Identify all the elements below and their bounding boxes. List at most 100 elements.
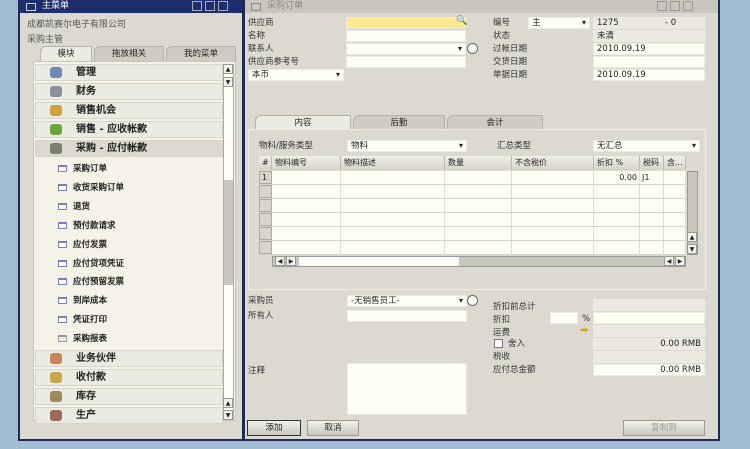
menu-item[interactable]: 预付款请求 [73, 220, 116, 232]
menu-item[interactable]: 收货采购订单 [73, 182, 124, 194]
grid-cell[interactable] [664, 213, 686, 226]
grid-cell[interactable] [640, 227, 664, 240]
row-header[interactable] [259, 185, 272, 198]
module-finance[interactable]: 财务 [35, 83, 223, 100]
grid-hscroll-thumb[interactable] [299, 257, 459, 266]
grid-cell[interactable] [512, 171, 594, 184]
menu-item[interactable]: 应付发票 [73, 239, 107, 251]
scroll-down-button-bottom[interactable]: ▼ [223, 410, 233, 420]
name-field[interactable] [346, 30, 466, 42]
contact-select[interactable] [346, 43, 466, 55]
grid-cell[interactable] [664, 227, 686, 240]
grid-scroll-up[interactable]: ▲ [687, 232, 697, 242]
po-titlebar[interactable]: 采购订单 [245, 0, 718, 13]
main-menu-titlebar[interactable]: 主菜单 [20, 0, 242, 13]
column-header[interactable]: 含... [664, 156, 686, 170]
scroll-left-button-end[interactable]: ◀ [664, 256, 674, 266]
table-row[interactable]: 1 0.00 J1 [259, 171, 686, 185]
column-header[interactable]: 不含税价 [512, 156, 594, 170]
menu-item[interactable]: 采购订单 [73, 163, 107, 175]
grid-cell[interactable] [664, 185, 686, 198]
remarks-textarea[interactable] [347, 363, 467, 415]
module-banking[interactable]: 收付款 [35, 369, 223, 386]
delivery-date-field[interactable] [593, 56, 705, 68]
grid-cell[interactable] [445, 241, 512, 254]
column-header[interactable]: # [259, 156, 272, 170]
tab-logistics[interactable]: 后勤 [353, 115, 445, 130]
tab-drag-relate[interactable]: 拖放相关 [94, 46, 164, 61]
grid-cell[interactable] [272, 241, 341, 254]
module-purchasing[interactable]: 采购 - 应付帐款 [35, 140, 223, 157]
grid-cell[interactable] [272, 213, 341, 226]
grid-cell[interactable] [664, 171, 686, 184]
table-row[interactable] [259, 185, 686, 199]
menu-item[interactable]: 凭证打印 [73, 314, 107, 326]
column-header[interactable]: 物料编号 [272, 156, 341, 170]
grid-cell[interactable]: J1 [640, 171, 664, 184]
tab-my-menu[interactable]: 我的菜单 [166, 46, 236, 61]
maximize-button[interactable] [205, 1, 215, 11]
grid-cell[interactable] [341, 227, 445, 240]
grid-cell[interactable] [512, 185, 594, 198]
grid-cell[interactable] [640, 213, 664, 226]
scroll-down-button[interactable]: ▼ [223, 77, 233, 87]
table-row[interactable] [259, 241, 686, 255]
owner-field[interactable] [347, 310, 467, 322]
tab-accounting[interactable]: 会计 [447, 115, 543, 130]
summary-type-select[interactable]: 无汇总 [593, 140, 700, 152]
scroll-up-button-bottom[interactable]: ▲ [223, 398, 233, 408]
grid-cell[interactable] [445, 213, 512, 226]
close-button[interactable] [218, 1, 228, 11]
tab-modules[interactable]: 模块 [40, 46, 92, 61]
grid-cell[interactable] [594, 185, 640, 198]
scroll-thumb[interactable] [224, 180, 233, 285]
discount-amount-field[interactable] [593, 312, 705, 324]
grid-cell[interactable] [512, 227, 594, 240]
column-header[interactable]: 折扣 % [594, 156, 640, 170]
link-arrow-icon[interactable] [467, 43, 478, 54]
grid-cell[interactable] [594, 199, 640, 212]
grid-cell[interactable] [640, 185, 664, 198]
grid-cell[interactable] [640, 199, 664, 212]
series-select[interactable]: 主 [528, 17, 590, 29]
item-type-select[interactable]: 物料 [347, 140, 467, 152]
grid-vscrollbar[interactable] [687, 171, 698, 255]
module-opportunity[interactable]: 销售机会 [35, 102, 223, 119]
row-header[interactable]: 1 [259, 171, 272, 184]
cancel-button[interactable]: 取消 [307, 420, 359, 436]
menu-item[interactable]: 到岸成本 [73, 295, 107, 307]
grid-cell[interactable] [341, 213, 445, 226]
menu-item[interactable]: 退货 [73, 201, 90, 213]
grid-cell[interactable] [512, 213, 594, 226]
tab-contents[interactable]: 内容 [255, 115, 351, 130]
maximize-button[interactable] [670, 1, 680, 11]
search-icon[interactable]: 🔍 [456, 16, 467, 26]
grid-cell[interactable] [445, 171, 512, 184]
doc-date-field[interactable]: 2010.09.19 [593, 69, 705, 81]
grid-cell[interactable] [341, 171, 445, 184]
copy-to-button[interactable]: 复制到 [623, 420, 705, 436]
column-header[interactable]: 税码 [640, 156, 664, 170]
link-arrow-icon[interactable] [467, 295, 478, 306]
module-admin[interactable]: 管理 [35, 64, 223, 81]
close-button[interactable] [683, 1, 693, 11]
module-sales[interactable]: 销售 - 应收帐款 [35, 121, 223, 138]
column-header[interactable]: 物料描述 [341, 156, 445, 170]
grid-cell[interactable] [512, 241, 594, 254]
grid-cell[interactable] [664, 241, 686, 254]
table-row[interactable] [259, 227, 686, 241]
grid-cell[interactable] [594, 227, 640, 240]
vendor-ref-field[interactable] [346, 56, 466, 68]
currency-select[interactable]: 本币 [248, 69, 344, 81]
rounding-checkbox[interactable] [494, 339, 503, 348]
module-production[interactable]: 生产 [35, 407, 223, 424]
grid-cell[interactable] [341, 241, 445, 254]
grid-cell[interactable] [341, 185, 445, 198]
buyer-select[interactable]: -无销售员工- [347, 295, 467, 307]
scroll-up-button[interactable]: ▲ [223, 64, 233, 74]
menu-item[interactable]: 应付预留发票 [73, 276, 124, 288]
add-button[interactable]: 添加 [247, 420, 301, 436]
grid-cell[interactable] [272, 199, 341, 212]
row-header[interactable] [259, 227, 272, 240]
grid-cell[interactable] [272, 227, 341, 240]
